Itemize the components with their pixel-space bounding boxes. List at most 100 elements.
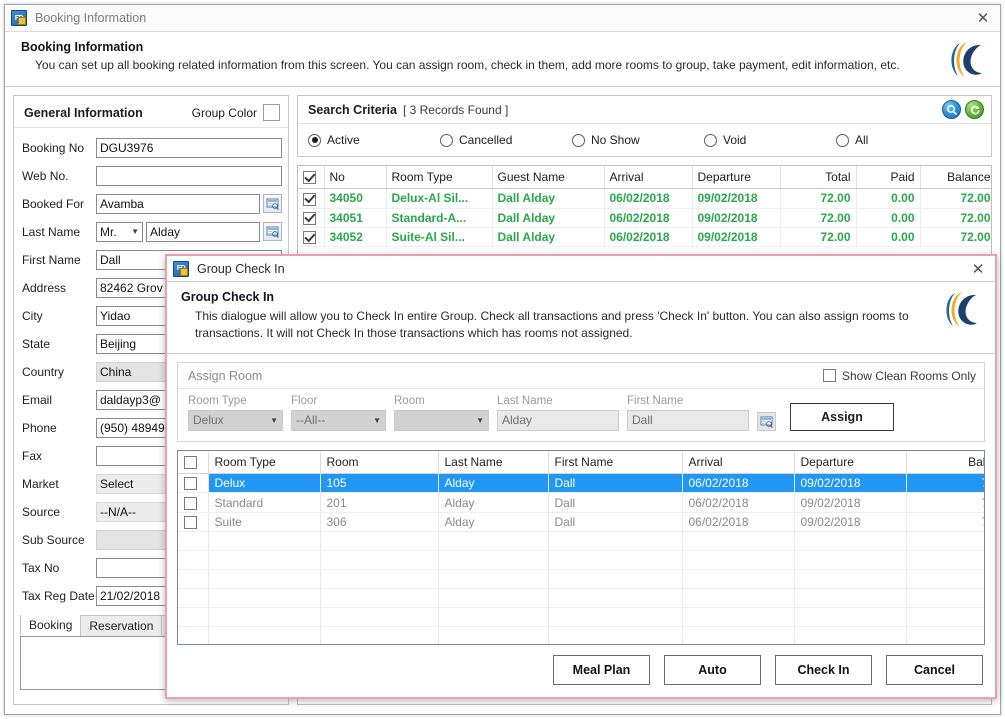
assign-field-caption: Last Name (497, 394, 553, 407)
radio-active[interactable]: Active (308, 133, 440, 147)
column-header[interactable]: Room Type (208, 450, 321, 475)
close-icon[interactable]: ✕ (974, 9, 992, 27)
empty-cell (208, 531, 321, 552)
cell-no: 34050 (324, 188, 387, 209)
select-all-checkbox[interactable] (303, 171, 316, 185)
row-checkbox[interactable] (303, 211, 316, 225)
dialog-footer: Meal Plan Auto Check In Cancel (167, 645, 995, 697)
cancel-button[interactable]: Cancel (886, 655, 983, 685)
table-row[interactable]: Delux105AldayDall06/02/201809/02/201872.… (178, 473, 984, 494)
cell-total: 72.00 (780, 227, 857, 248)
row-checkbox[interactable] (184, 477, 197, 491)
row-checkbox-cell[interactable] (178, 473, 209, 494)
cell-total: 72.00 (780, 188, 857, 209)
empty-row[interactable] (178, 607, 984, 628)
field-label: Email (22, 392, 53, 407)
assign-floor-select[interactable]: --All-- ▼ (291, 409, 386, 431)
column-header[interactable]: No (324, 166, 387, 190)
cell-departure: 09/02/2018 (692, 208, 781, 228)
row-checkbox-cell[interactable] (298, 188, 325, 209)
tab-booking[interactable]: Booking (20, 615, 82, 636)
column-header[interactable]: Departure (794, 450, 907, 475)
picker-icon[interactable] (757, 411, 776, 431)
assign-room-select[interactable]: ▼ (394, 409, 489, 431)
empty-cell (208, 607, 321, 628)
empty-cell (178, 531, 209, 552)
search-icon[interactable] (942, 100, 961, 119)
column-header[interactable]: Balance (906, 450, 984, 475)
status-filter-radio-group: Active Cancelled No Show Void All (298, 124, 991, 156)
column-header[interactable]: Paid (856, 166, 921, 190)
general-information-header: General Information Group Color (14, 96, 288, 128)
radio-all[interactable]: All (836, 133, 868, 147)
column-header[interactable]: Departure (692, 166, 781, 190)
group-color-swatch[interactable] (263, 104, 280, 121)
assign-last-name-input[interactable]: Alday (497, 409, 619, 431)
field-input[interactable]: DGU3976 (96, 137, 282, 158)
table-row[interactable]: 34051 Standard-A... Dall Alday 06/02/2018 09… (298, 208, 991, 228)
row-checkbox[interactable] (184, 516, 197, 530)
empty-row[interactable] (178, 531, 984, 552)
field-input[interactable]: Avamba (96, 193, 260, 214)
page-subtitle: You can set up all booking related infor… (35, 58, 900, 72)
table-row[interactable]: 34050 Delux-Al Sil... Dall Alday 06/02/2018… (298, 188, 991, 209)
row-checkbox-cell[interactable] (178, 492, 209, 513)
row-checkbox-cell[interactable] (298, 208, 325, 228)
dialog-titlebar: FD Group Check In ✕ (167, 256, 995, 282)
empty-row[interactable] (178, 588, 984, 609)
search-results-header-row: No Room Type Guest Name Arrival Departure Tot… (298, 166, 991, 190)
group-select-all-checkbox[interactable] (184, 456, 197, 470)
title-prefix-select[interactable]: Mr. ▼ (96, 221, 143, 242)
select-all-header[interactable] (298, 166, 325, 190)
row-checkbox-cell[interactable] (298, 227, 325, 248)
table-row[interactable]: Suite306AldayDall06/02/201809/02/201872.… (178, 512, 984, 533)
row-checkbox[interactable] (303, 192, 316, 206)
dialog-close-icon[interactable]: ✕ (969, 260, 987, 278)
column-header[interactable]: Total (780, 166, 857, 190)
field-label: Booking No (22, 140, 85, 155)
column-header[interactable]: Room (320, 450, 439, 475)
radio-void[interactable]: Void (704, 133, 836, 147)
column-header[interactable]: Balance (920, 166, 991, 190)
column-header[interactable]: Last Name (438, 450, 549, 475)
table-row[interactable]: Standard 201 Alday Dall 06/02/2018 09/02/2018… (178, 492, 984, 513)
picker-icon[interactable] (263, 194, 282, 213)
column-header[interactable]: Arrival (682, 450, 795, 475)
radio-indicator (308, 133, 321, 147)
meal-plan-button[interactable]: Meal Plan (553, 655, 650, 685)
check-in-button[interactable]: Check In (775, 655, 872, 685)
group-select-all-header[interactable] (178, 450, 209, 475)
auto-button[interactable]: Auto (664, 655, 761, 685)
column-header[interactable]: Room Type (386, 166, 493, 190)
picker-icon[interactable] (263, 222, 282, 241)
radio-label: Void (723, 133, 747, 147)
row-checkbox-cell[interactable] (178, 512, 209, 533)
empty-cell (548, 569, 683, 590)
group-check-in-grid[interactable]: Room Type Room Last Name First Name Arrival D… (177, 449, 985, 645)
assign-first-name-input[interactable]: Dall (627, 409, 749, 431)
field-input[interactable]: Alday (146, 221, 260, 242)
refresh-icon[interactable] (965, 100, 984, 119)
field-input[interactable] (96, 165, 282, 186)
tab-reservation[interactable]: Reservation (80, 615, 163, 636)
radio-no-show[interactable]: No Show (572, 133, 704, 147)
empty-row[interactable] (178, 626, 984, 644)
empty-row[interactable] (178, 550, 984, 571)
empty-row[interactable] (178, 569, 984, 590)
table-row[interactable]: 34052 Suite-Al Sil... Dall Alday 06/02/2018… (298, 227, 991, 248)
chevron-down-icon: ▼ (476, 415, 484, 425)
row-checkbox[interactable] (303, 231, 316, 245)
assign-button[interactable]: Assign (790, 402, 894, 431)
column-header[interactable]: First Name (548, 450, 683, 475)
radio-cancelled[interactable]: Cancelled (440, 133, 572, 147)
row-checkbox[interactable] (184, 496, 197, 510)
empty-cell (320, 626, 439, 644)
assign-room-type-select[interactable]: Delux ▼ (188, 409, 283, 431)
assign-field: Floor --All-- ▼ (291, 395, 386, 431)
cell-room-type: Standard (208, 492, 321, 513)
column-header[interactable]: Arrival (604, 166, 693, 190)
show-clean-rooms-checkbox[interactable] (822, 369, 836, 383)
empty-cell (208, 588, 321, 609)
fd-app-icon: FD (11, 10, 27, 26)
column-header[interactable]: Guest Name (492, 166, 605, 190)
